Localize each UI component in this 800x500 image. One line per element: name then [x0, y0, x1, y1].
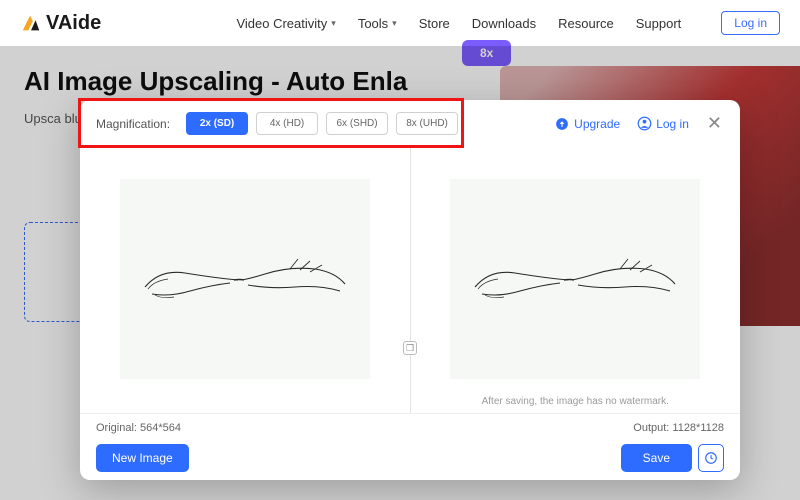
magnification-option-4x[interactable]: 4x (HD) — [256, 112, 318, 135]
chevron-down-icon: ▾ — [331, 18, 336, 29]
magnification-option-6x[interactable]: 6x (SHD) — [326, 112, 388, 135]
dimensions-row: Original: 564*564 Output: 1128*1128 — [96, 422, 724, 434]
page-title: AI Image Upscaling - Auto Enla — [24, 66, 464, 97]
magnification-option-8x[interactable]: 8x (UHD) — [396, 112, 458, 135]
brand-logo[interactable]: VAide — [20, 12, 101, 35]
clock-icon — [704, 451, 718, 465]
original-image — [120, 179, 370, 379]
hands-illustration-icon — [140, 239, 350, 319]
brand-name: VAide — [46, 12, 101, 35]
upgrade-icon — [554, 116, 570, 132]
modal-footer: Original: 564*564 Output: 1128*1128 New … — [80, 413, 740, 480]
brand-mark-icon — [20, 12, 42, 34]
close-icon[interactable]: ✕ — [705, 113, 724, 134]
original-dimensions: Original: 564*564 — [96, 422, 181, 434]
user-circle-icon — [636, 116, 652, 132]
modal-toolbar: Magnification: 2x (SD) 4x (HD) 6x (SHD) … — [80, 100, 740, 145]
upscale-modal: Magnification: 2x (SD) 4x (HD) 6x (SHD) … — [80, 100, 740, 480]
magnification-label: Magnification: — [96, 117, 170, 131]
original-pane — [80, 145, 410, 413]
hero-badge: 8x — [462, 40, 511, 66]
output-dimensions: Output: 1128*1128 — [633, 422, 724, 434]
watermark-note: After saving, the image has no watermark… — [411, 396, 741, 407]
magnification-options: 2x (SD) 4x (HD) 6x (SHD) 8x (UHD) — [186, 112, 458, 135]
top-nav: VAide Video Creativity▾ Tools▾ Store Dow… — [0, 0, 800, 46]
nav-links: Video Creativity▾ Tools▾ Store Downloads… — [236, 11, 780, 35]
new-image-button[interactable]: New Image — [96, 444, 189, 472]
nav-item-resource[interactable]: Resource — [558, 16, 614, 31]
login-button[interactable]: Log in — [721, 11, 780, 35]
nav-item-tools[interactable]: Tools▾ — [358, 16, 397, 31]
nav-item-store[interactable]: Store — [419, 16, 450, 31]
output-image — [450, 179, 700, 379]
nav-item-downloads[interactable]: Downloads — [472, 16, 536, 31]
output-pane: After saving, the image has no watermark… — [411, 145, 741, 413]
modal-body: After saving, the image has no watermark… — [80, 145, 740, 413]
button-row: New Image Save — [96, 444, 724, 472]
save-history-button[interactable] — [698, 444, 724, 472]
hands-illustration-icon — [470, 239, 680, 319]
save-button[interactable]: Save — [621, 444, 692, 472]
nav-item-video-creativity[interactable]: Video Creativity▾ — [236, 16, 335, 31]
modal-login-link[interactable]: Log in — [636, 116, 689, 132]
nav-item-support[interactable]: Support — [636, 16, 682, 31]
upgrade-link[interactable]: Upgrade — [554, 116, 620, 132]
compare-copy-icon[interactable]: ❐ — [403, 341, 417, 355]
chevron-down-icon: ▾ — [392, 18, 397, 29]
magnification-option-2x[interactable]: 2x (SD) — [186, 112, 248, 135]
